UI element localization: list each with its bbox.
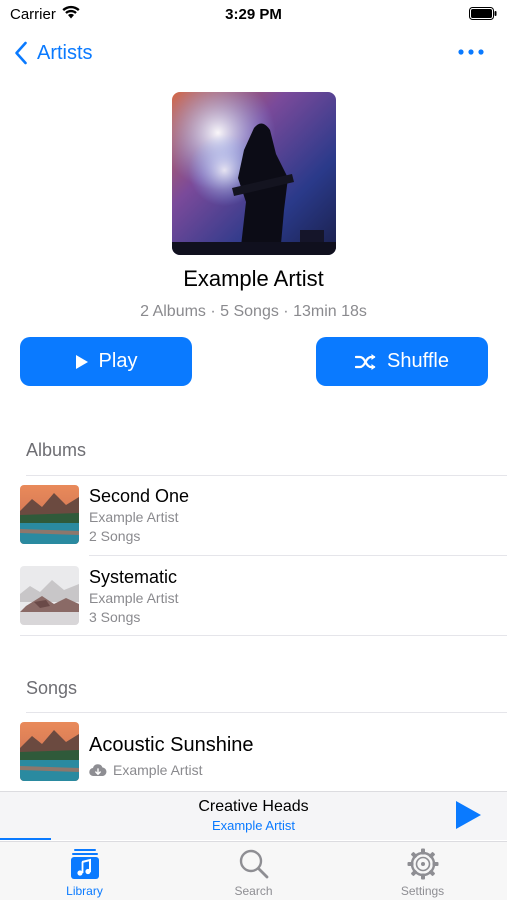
album-row[interactable]: Second One Example Artist 2 Songs [20,485,507,547]
divider [26,475,507,476]
album-artwork [20,566,79,625]
album-title: Second One [89,486,190,506]
play-icon[interactable] [453,800,483,830]
shuffle-button-label: Shuffle [387,350,449,372]
album-artwork [20,485,79,544]
search-icon [239,849,268,879]
albums-section-title: Albums [26,440,87,460]
divider [26,712,507,713]
now-playing-bar[interactable]: Creative Heads Example Artist [0,791,507,840]
artist-name: Example Artist [183,266,324,291]
clock: 3:29 PM [225,6,282,23]
play-icon [75,354,88,369]
battery-icon [469,7,497,20]
gear-icon [407,848,438,880]
album-song-count: 3 Songs [89,609,141,625]
song-artist: Example Artist [113,762,203,778]
back-button-label: Artists [37,41,93,64]
shuffle-button[interactable]: Shuffle [316,337,488,386]
songs-section-title: Songs [26,678,78,698]
music-library-icon [70,849,99,879]
play-button[interactable]: Play [20,337,192,386]
album-row[interactable]: Systematic Example Artist 3 Songs [20,566,507,628]
divider [89,555,507,556]
cloud-download-icon [89,763,107,776]
song-title: Acoustic Sunshine [89,734,254,756]
tab-bar: Library Search Settings [0,841,507,900]
artist-artwork [172,92,336,255]
tab-library[interactable]: Library [0,842,169,900]
song-row[interactable]: Acoustic Sunshine Example Artist [20,722,507,784]
tab-label: Search [234,884,273,898]
now-playing-artist: Example Artist [211,818,296,833]
album-artist: Example Artist [89,509,179,525]
status-bar: Carrier 3:29 PM [0,0,507,28]
song-artwork [20,722,79,781]
navigation-bar: Artists [0,36,507,70]
album-title: Systematic [89,567,178,587]
tab-label: Library [66,884,103,898]
play-button-label: Play [98,350,138,372]
tab-label: Settings [400,884,445,898]
more-options-icon[interactable] [457,46,485,58]
album-artist: Example Artist [89,590,179,606]
tab-search[interactable]: Search [169,842,338,900]
tab-settings[interactable]: Settings [338,842,507,900]
artist-summary: 2 Albums · 5 Songs · 13min 18s [140,303,367,320]
playback-progress-bar[interactable] [0,838,51,840]
shuffle-icon [355,353,376,370]
divider [20,635,507,636]
album-song-count: 2 Songs [89,528,141,544]
now-playing-title: Creative Heads [198,798,309,815]
chevron-left-icon [15,41,27,65]
back-button[interactable]: Artists [14,39,93,67]
